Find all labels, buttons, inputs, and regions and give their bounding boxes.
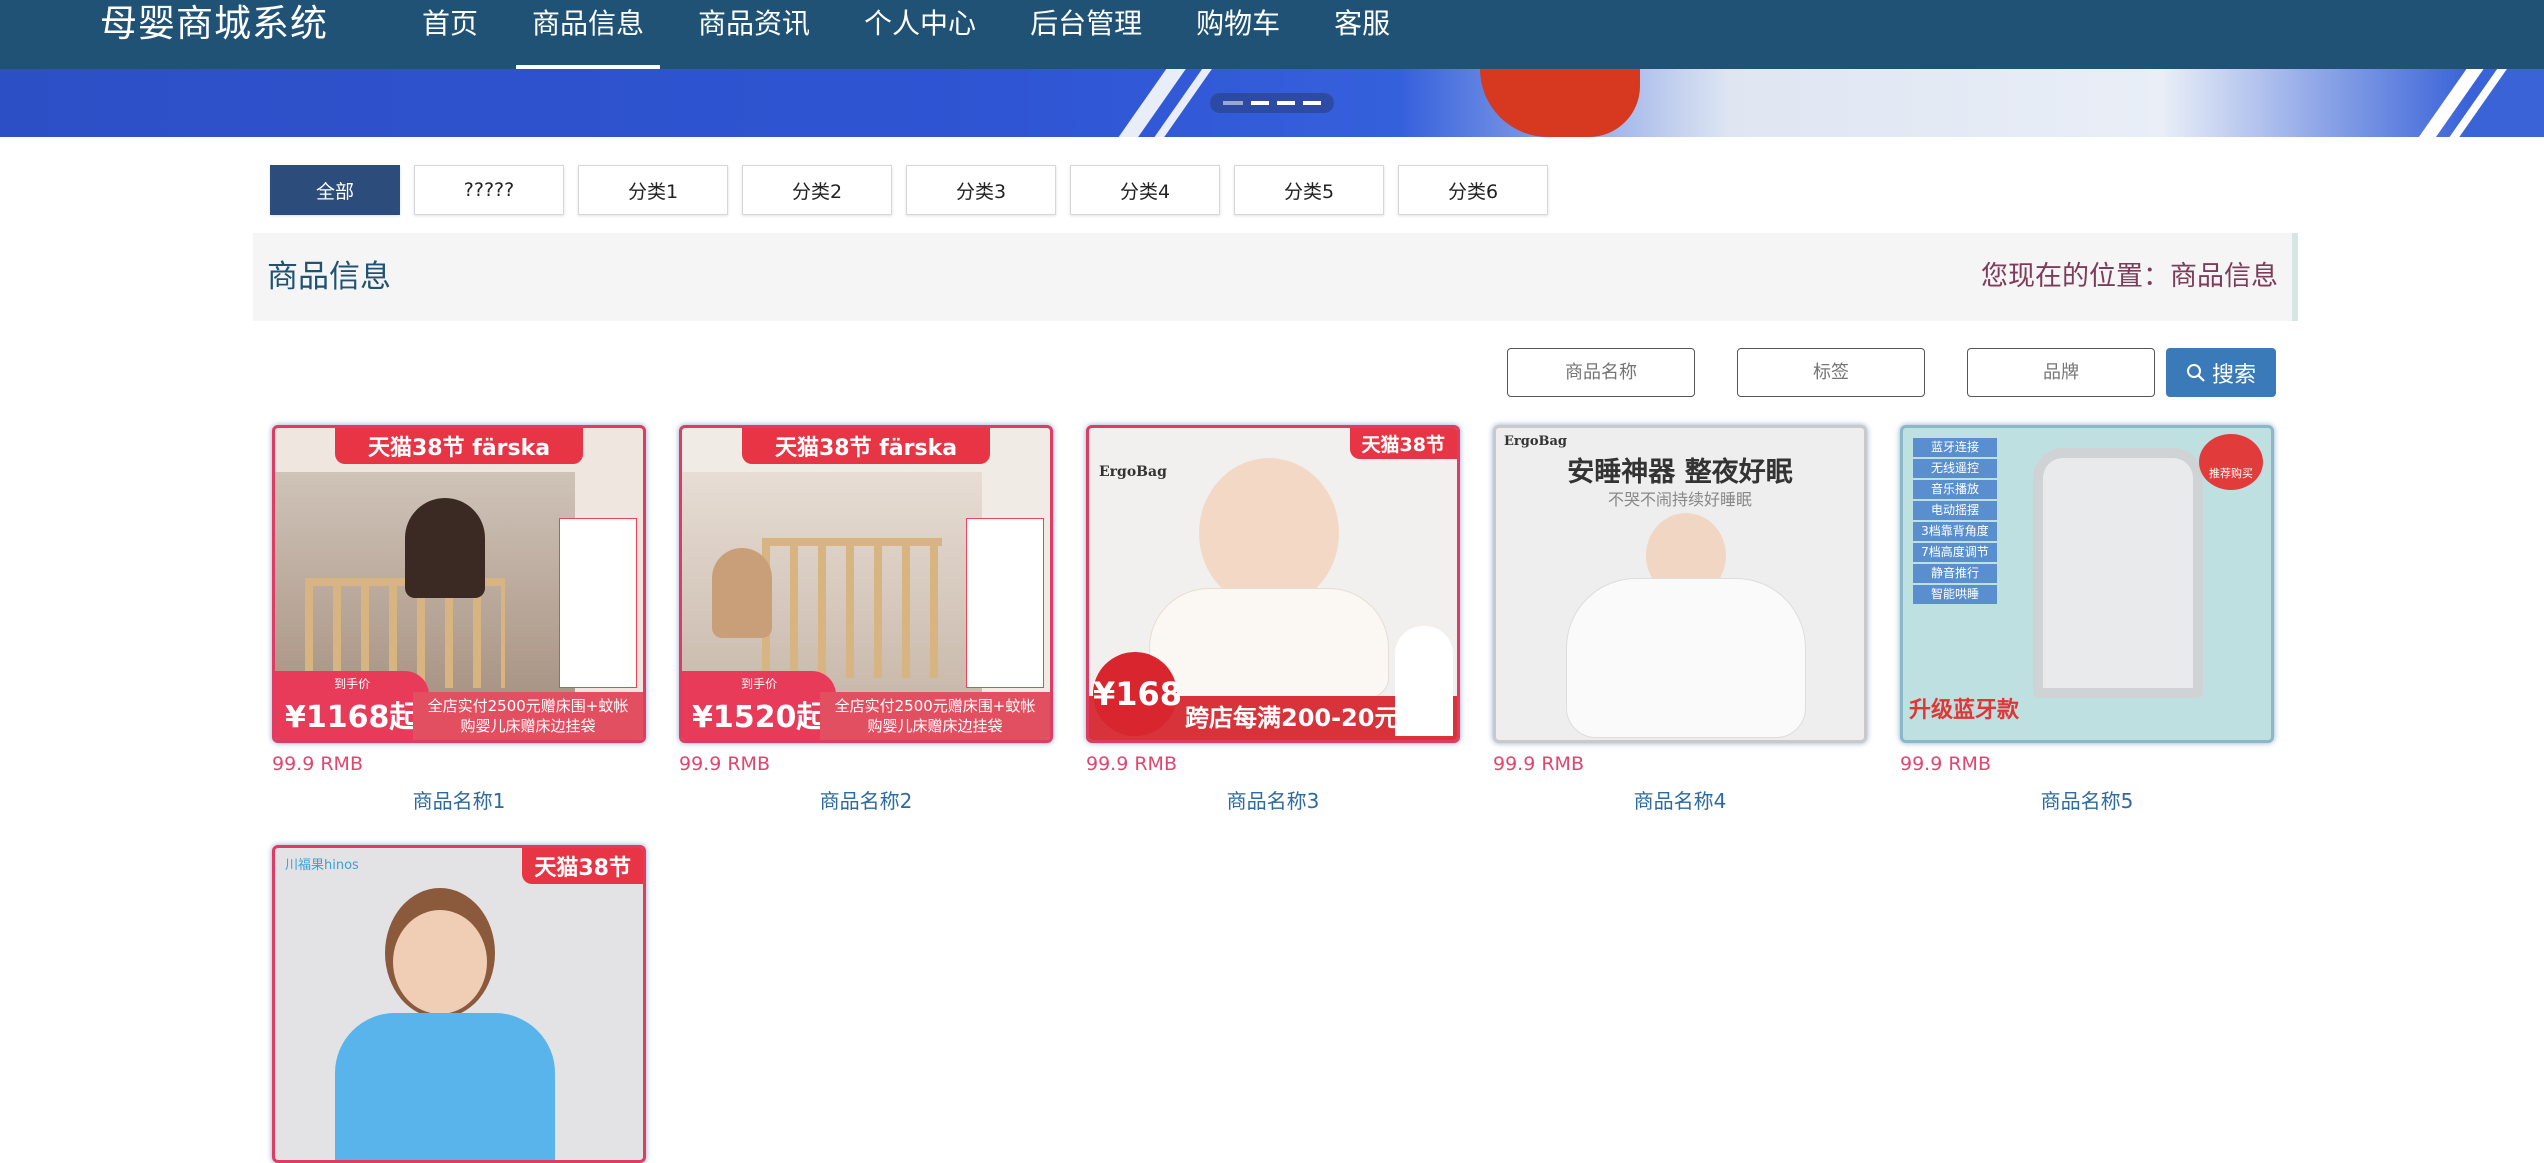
- product-card[interactable]: ErgoBag 天猫38节 跨店每满200-20元 ¥168 99.9 RMB …: [1086, 425, 1460, 814]
- brand-logo: ErgoBag: [1504, 434, 1568, 449]
- carousel-dot[interactable]: [1223, 101, 1243, 105]
- price-badge: ¥168: [1093, 652, 1182, 736]
- child-clothes: [335, 1013, 555, 1160]
- promo-tag: 天猫38节 färska: [335, 428, 583, 464]
- category-6[interactable]: 分类6: [1398, 165, 1548, 215]
- product-card[interactable]: ErgoBag 安睡神器 整夜好眠 不哭不闹持续好睡眠 99.9 RMB 商品名…: [1493, 425, 1867, 814]
- search-button-label: 搜索: [2211, 362, 2256, 388]
- category-5[interactable]: 分类5: [1234, 165, 1384, 215]
- category-3[interactable]: 分类3: [906, 165, 1056, 215]
- product-price: 99.9 RMB: [1900, 753, 1991, 775]
- nav-news[interactable]: 商品资讯: [682, 0, 826, 69]
- product-price: 99.9 RMB: [1086, 753, 1177, 775]
- carousel-banner[interactable]: [0, 69, 2544, 137]
- carousel-indicators: [1210, 93, 1334, 113]
- recommend-badge: 推荐购买: [2199, 434, 2263, 490]
- price-badge: 到手价 ¥1520起: [682, 671, 837, 740]
- doctor-figure: [1395, 626, 1453, 736]
- highchair-graphic: [2033, 448, 2203, 698]
- search-button[interactable]: 搜索: [2166, 348, 2276, 397]
- category-filter: 全部 ????? 分类1 分类2 分类3 分类4 分类5 分类6: [270, 165, 1548, 215]
- top-navbar: 母婴商城系统 首页 商品信息 商品资讯 个人中心 后台管理 购物车 客服: [0, 0, 2544, 69]
- child-face: [393, 910, 487, 1014]
- baby-swaddle: [1566, 578, 1806, 738]
- tag-input[interactable]: [1737, 348, 1925, 397]
- nav-products[interactable]: 商品信息: [516, 0, 661, 69]
- category-4[interactable]: 分类4: [1070, 165, 1220, 215]
- product-card[interactable]: 天猫38节 färska 到手价 ¥1168起 全店实付2500元赠床围+蚊帐 购…: [272, 425, 646, 814]
- side-thumbnails: [966, 518, 1044, 688]
- product-price: 99.9 RMB: [272, 753, 363, 775]
- brand-input[interactable]: [1967, 348, 2155, 397]
- promo-text: 全店实付2500元赠床围+蚊帐 购婴儿床赠床边挂袋: [413, 691, 643, 740]
- carousel-dot[interactable]: [1303, 101, 1321, 105]
- search-icon: [2186, 363, 2205, 382]
- product-name[interactable]: 商品名称2: [679, 785, 1053, 814]
- promo-text: 全店实付2500元赠床围+蚊帐 购婴儿床赠床边挂袋: [820, 691, 1050, 740]
- product-image[interactable]: 川福果hinos 天猫38节: [272, 845, 646, 1163]
- product-name-input[interactable]: [1507, 348, 1695, 397]
- crib-graphic: [762, 538, 942, 678]
- feature-label: 蓝牙连接: [1913, 438, 1997, 457]
- promo-tag: 天猫38节 färska: [742, 428, 990, 464]
- nav-admin[interactable]: 后台管理: [1014, 0, 1158, 69]
- product-image[interactable]: ErgoBag 安睡神器 整夜好眠 不哭不闹持续好睡眠: [1493, 425, 1867, 743]
- nav-profile[interactable]: 个人中心: [848, 0, 992, 69]
- image-figure: [405, 498, 485, 598]
- product-price: 99.9 RMB: [679, 753, 770, 775]
- category-unknown[interactable]: ?????: [414, 165, 564, 215]
- image-headline: 安睡神器 整夜好眠: [1567, 457, 1793, 488]
- feature-label: 智能哄睡: [1913, 585, 1997, 604]
- product-name[interactable]: 商品名称3: [1086, 785, 1460, 814]
- nav-home[interactable]: 首页: [406, 0, 494, 69]
- breadcrumb: 您现在的位置：商品信息: [1981, 261, 2278, 292]
- brand-logo: 川福果hinos: [285, 858, 359, 873]
- category-1[interactable]: 分类1: [578, 165, 728, 215]
- product-card[interactable]: 天猫38节 färska 到手价 ¥1520起 全店实付2500元赠床围+蚊帐 购…: [679, 425, 1053, 814]
- promo-tag: 天猫38节: [1349, 428, 1457, 459]
- product-name[interactable]: 商品名称4: [1493, 785, 1867, 814]
- banner-decoration: [1480, 69, 1640, 137]
- nav-cart[interactable]: 购物车: [1180, 0, 1296, 69]
- feature-label: 音乐播放: [1913, 480, 1997, 499]
- price-badge: 到手价 ¥1168起: [275, 671, 430, 740]
- product-image[interactable]: 蓝牙连接 无线遥控 音乐播放 电动摇摆 3档靠背角度 7档高度调节 静音推行 智…: [1900, 425, 2274, 743]
- product-image[interactable]: 天猫38节 färska 到手价 ¥1520起 全店实付2500元赠床围+蚊帐 购…: [679, 425, 1053, 743]
- feature-label: 7档高度调节: [1913, 543, 1997, 562]
- section-title-bar: 商品信息 您现在的位置：商品信息: [253, 233, 2298, 321]
- brand-logo: ErgoBag: [1099, 464, 1167, 480]
- image-figure: [712, 548, 772, 638]
- site-brand[interactable]: 母婴商城系统: [100, 0, 328, 48]
- feature-label: 3档靠背角度: [1913, 522, 1997, 541]
- nav-service[interactable]: 客服: [1318, 0, 1406, 69]
- page-title: 商品信息: [267, 259, 391, 295]
- feature-label: 电动摇摆: [1913, 501, 1997, 520]
- carousel-dot[interactable]: [1277, 101, 1295, 105]
- image-subline: 不哭不闹持续好睡眠: [1607, 490, 1752, 509]
- category-2[interactable]: 分类2: [742, 165, 892, 215]
- carousel-dot[interactable]: [1251, 101, 1269, 105]
- product-image[interactable]: ErgoBag 天猫38节 跨店每满200-20元 ¥168: [1086, 425, 1460, 743]
- baby-face: [1199, 458, 1339, 608]
- product-price: 99.9 RMB: [1493, 753, 1584, 775]
- baby-swaddle: [1149, 588, 1389, 698]
- category-all[interactable]: 全部: [270, 165, 400, 215]
- feature-label: 无线遥控: [1913, 459, 1997, 478]
- product-card[interactable]: 蓝牙连接 无线遥控 音乐播放 电动摇摆 3档靠背角度 7档高度调节 静音推行 智…: [1900, 425, 2274, 814]
- feature-label: 静音推行: [1913, 564, 1997, 583]
- main-nav: 首页 商品信息 商品资讯 个人中心 后台管理 购物车 客服: [406, 0, 1428, 69]
- product-card[interactable]: 川福果hinos 天猫38节: [272, 845, 646, 1163]
- product-name[interactable]: 商品名称1: [272, 785, 646, 814]
- image-headline: 升级蓝牙款: [1909, 698, 2020, 723]
- promo-tag: 天猫38节: [522, 848, 643, 884]
- product-name[interactable]: 商品名称5: [1900, 785, 2274, 814]
- product-image[interactable]: 天猫38节 färska 到手价 ¥1168起 全店实付2500元赠床围+蚊帐 购…: [272, 425, 646, 743]
- side-thumbnails: [559, 518, 637, 688]
